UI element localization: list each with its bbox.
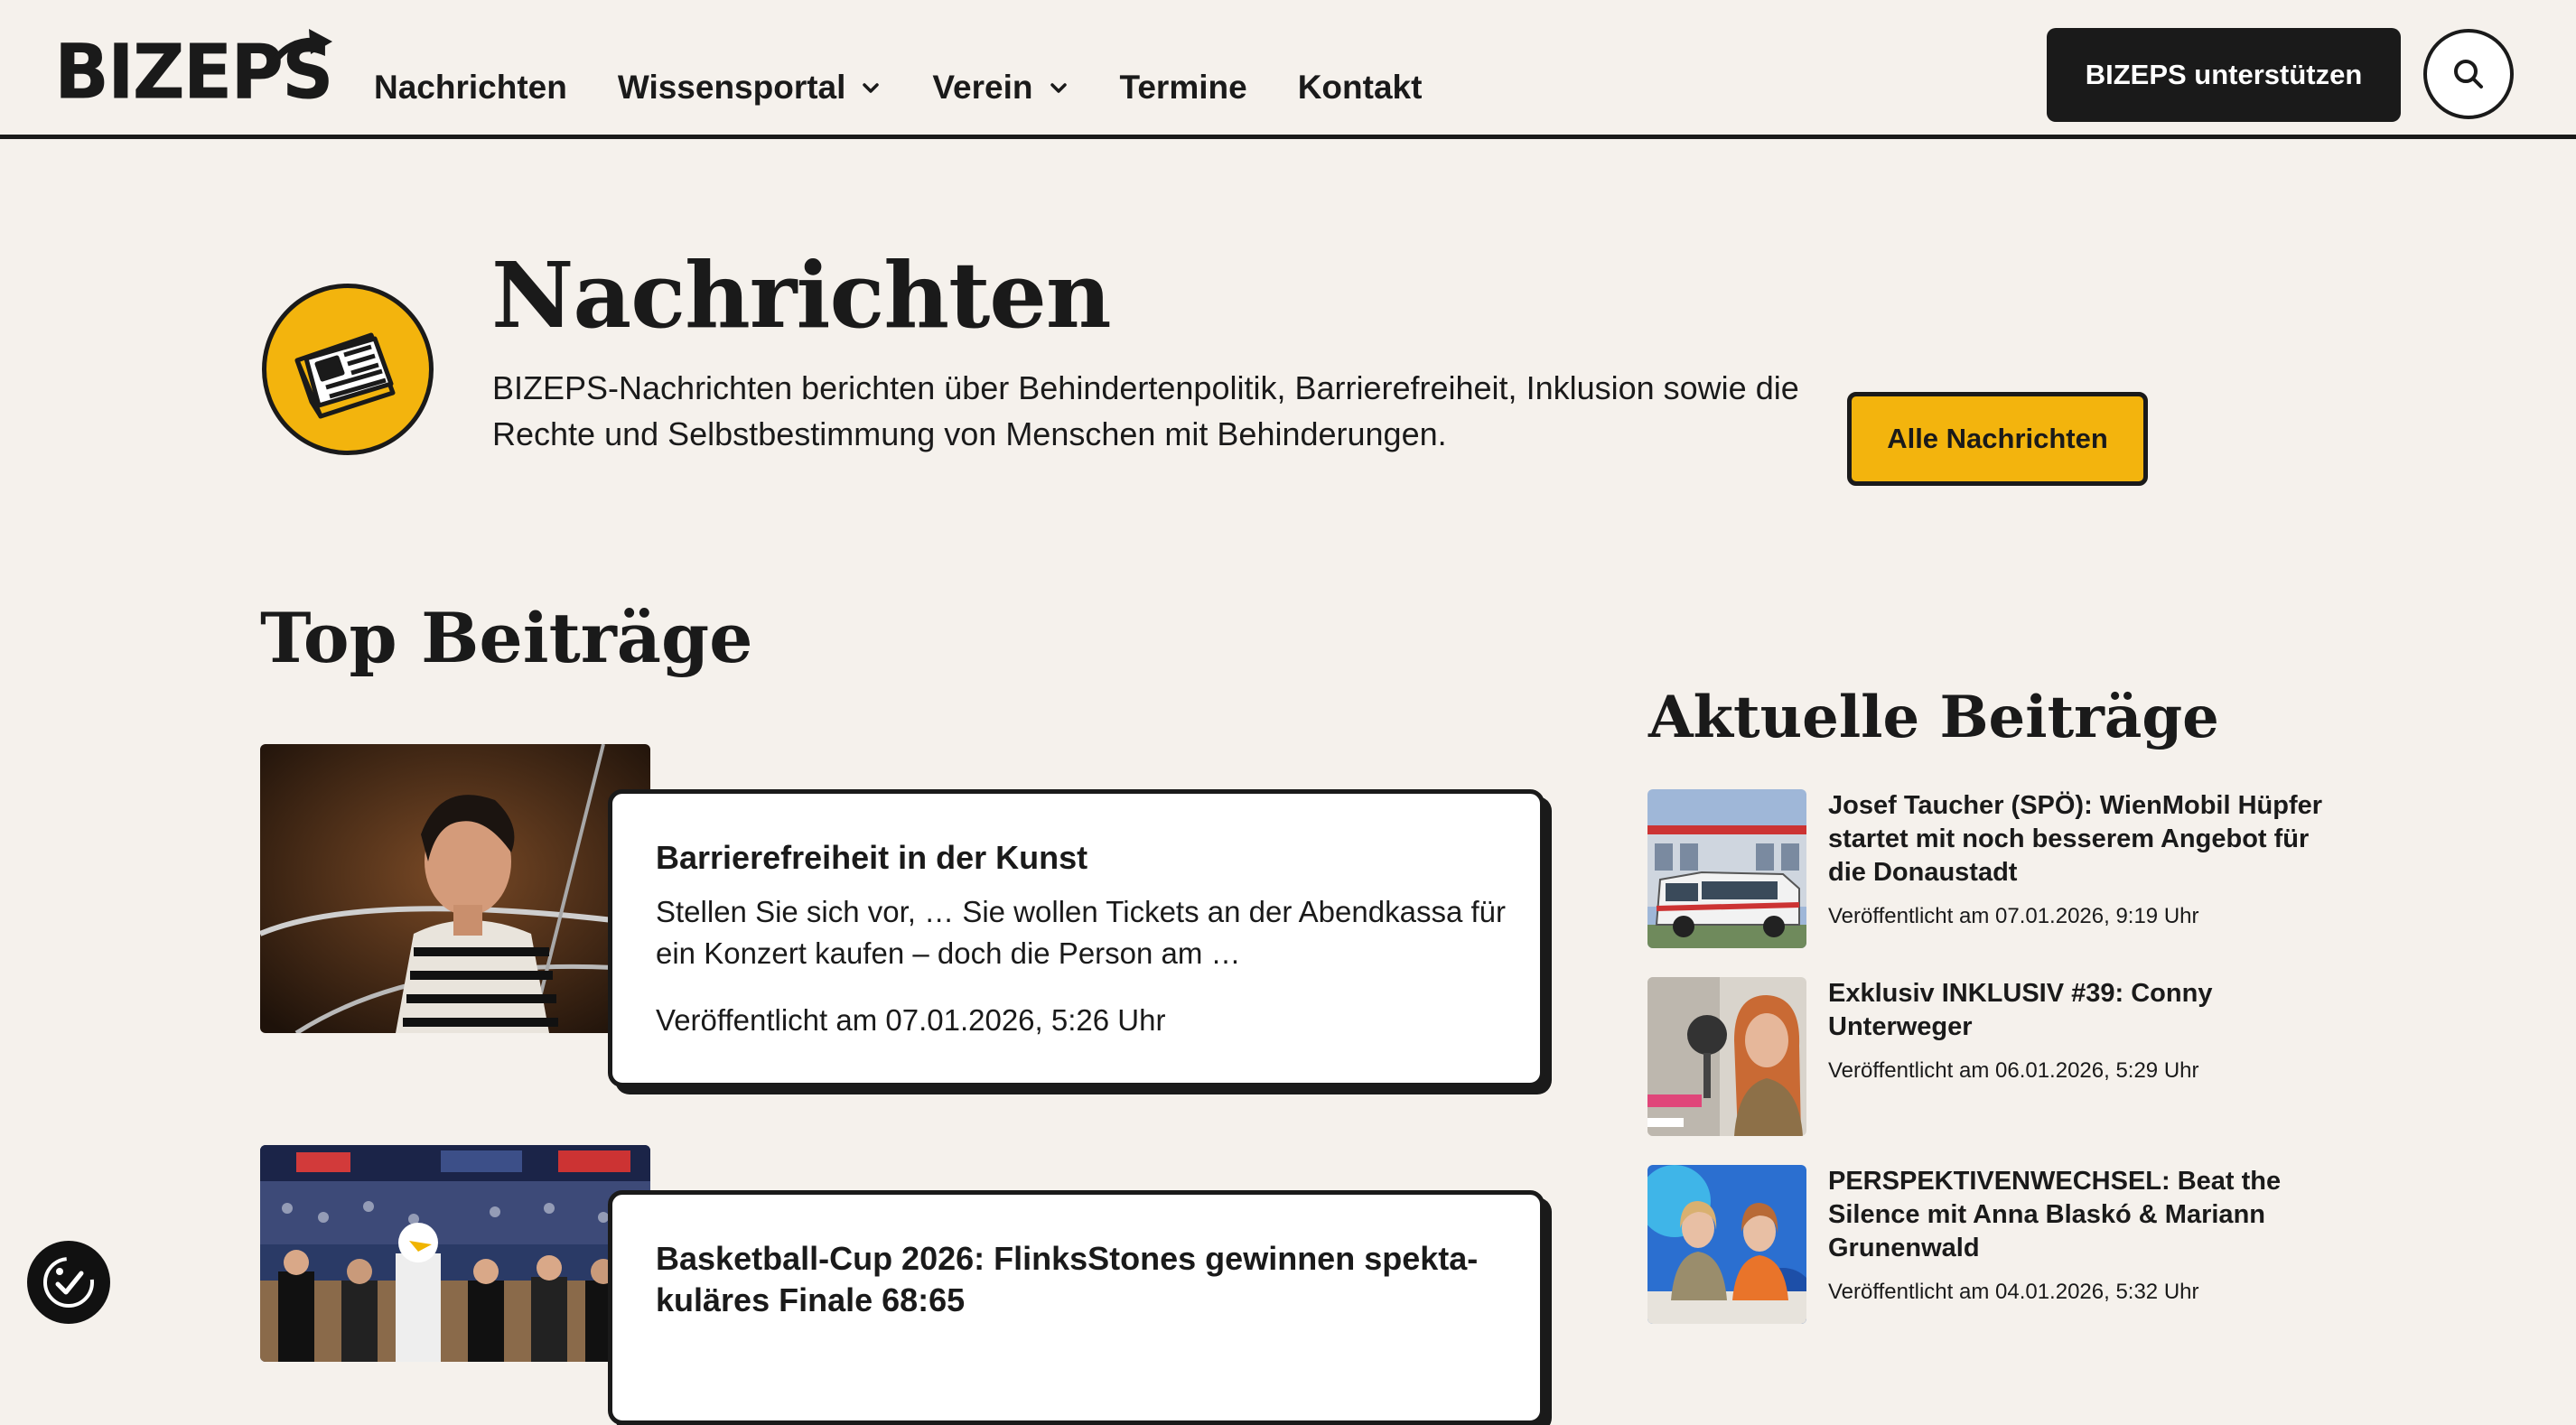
article-title[interactable]: Basketball-Cup 2026: FlinksStones gewinn… xyxy=(656,1238,1523,1321)
interview-photo xyxy=(1647,1165,1806,1324)
recent-title[interactable]: Exklusiv INKLUSIV #39: Conny Unterweger xyxy=(1828,977,2334,1044)
recent-thumbnail[interactable] xyxy=(1647,789,1806,948)
nav-item-wissensportal[interactable]: Wissensportal xyxy=(618,69,882,107)
article-date: Veröffentlicht am 07.01.2026, 5:26 Uhr xyxy=(656,1003,1166,1037)
recent-articles-heading: Aktuelle Beiträge xyxy=(1648,684,2219,751)
all-news-button[interactable]: Alle Nachrichten xyxy=(1847,392,2148,486)
search-button[interactable] xyxy=(2423,29,2514,119)
support-button[interactable]: BIZEPS unterstützen xyxy=(2047,28,2401,122)
performer-photo xyxy=(260,744,650,1033)
newspaper-icon xyxy=(294,332,396,419)
basketball-photo xyxy=(260,1145,650,1362)
nav-item-verein[interactable]: Verein xyxy=(932,69,1069,107)
article-card[interactable]: Barrierefreiheit in der Kunst Stellen Si… xyxy=(608,789,1545,1087)
recent-date: Veröffentlicht am 07.01.2026, 9:19 Uhr xyxy=(1828,904,2199,928)
podcast-photo xyxy=(1647,977,1806,1136)
page-title: Nachrichten xyxy=(491,242,1112,349)
article-image[interactable] xyxy=(260,744,650,1033)
accessibility-icon xyxy=(43,1257,94,1308)
chevron-down-icon xyxy=(863,83,880,93)
site-header: BIZEPS Nachrichten Wissensportal Verein … xyxy=(0,0,2576,139)
recent-thumbnail[interactable] xyxy=(1647,977,1806,1136)
nav-item-nachrichten[interactable]: Nachrichten xyxy=(374,69,567,107)
logo-arrow-icon xyxy=(264,29,332,76)
article-title[interactable]: Barrierefreiheit in der Kunst xyxy=(656,837,1087,879)
recent-date: Veröffentlicht am 06.01.2026, 5:29 Uhr xyxy=(1828,1058,2199,1083)
chevron-down-icon xyxy=(1050,83,1067,93)
nav-item-kontakt[interactable]: Kontakt xyxy=(1298,69,1423,107)
main-nav: Nachrichten Wissensportal Verein Termine… xyxy=(374,69,1472,107)
article-image[interactable] xyxy=(260,1145,650,1362)
recent-title[interactable]: Josef Taucher (SPÖ): WienMobil Hüpfer st… xyxy=(1828,789,2334,889)
recent-date: Veröffentlicht am 04.01.2026, 5:32 Uhr xyxy=(1828,1280,2199,1304)
recent-thumbnail[interactable] xyxy=(1647,1165,1806,1324)
article-excerpt: Stellen Sie sich vor, … Sie wollen Ticke… xyxy=(656,895,1506,970)
recent-title[interactable]: PERSPEKTIVENWECHSEL: Beat the Silence mi… xyxy=(1828,1165,2370,1265)
top-articles-heading: Top Beiträge xyxy=(260,598,753,678)
bizeps-logo[interactable]: BIZEPS xyxy=(54,29,334,112)
newspaper-badge xyxy=(262,284,434,455)
search-icon xyxy=(2454,60,2483,88)
page-description: BIZEPS-Nachrichten berichten über Behind… xyxy=(492,369,1799,452)
article-card[interactable]: Basketball-Cup 2026: FlinksStones gewinn… xyxy=(608,1190,1545,1425)
accessibility-button[interactable] xyxy=(27,1241,110,1324)
van-photo xyxy=(1647,789,1806,948)
nav-item-termine[interactable]: Termine xyxy=(1120,69,1247,107)
